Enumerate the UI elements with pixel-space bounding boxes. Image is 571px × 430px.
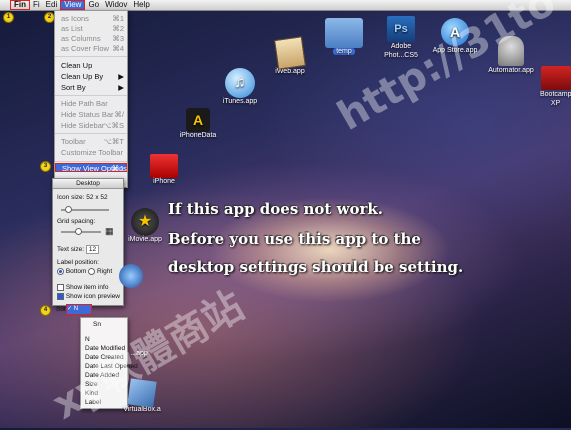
imovie-icon[interactable]: ★ iMovie.app <box>122 208 168 243</box>
menu-item-customize-toolbar[interactable]: Customize Toolbar <box>55 148 127 157</box>
menu-item-as-list[interactable]: as List ⌘2 <box>55 24 127 33</box>
menu-edit[interactable]: Edi <box>43 0 61 10</box>
folder-icon[interactable]: temp <box>322 18 366 55</box>
menu-finder[interactable]: Fin <box>10 0 30 10</box>
step-badge-4: 4 <box>40 305 51 316</box>
icon-size-label: Icon size: 52 x 52 <box>57 194 108 201</box>
menu-item-sort-by[interactable]: Sort By ▶ <box>55 83 127 92</box>
show-item-info-label: Show item info <box>65 284 109 292</box>
menu-go[interactable]: Go <box>85 0 102 10</box>
menu-item-show-view-options[interactable]: Show View Options ⌘J <box>55 163 127 173</box>
show-icon-preview-checkbox[interactable] <box>57 293 64 300</box>
sort-option-snap[interactable]: Sn <box>93 320 101 329</box>
menu-item-hide-status-bar[interactable]: Hide Status Bar ⌘/ <box>55 110 127 119</box>
menu-item-hide-path-bar[interactable]: Hide Path Bar <box>55 99 127 108</box>
menu-item-toolbar[interactable]: Toolbar ⌥⌘T <box>55 137 127 146</box>
menu-separator <box>55 56 127 57</box>
itunes-icon[interactable]: ♫ iTunes.app <box>218 68 262 105</box>
show-item-info-row: Show item info <box>57 284 108 291</box>
iphonedata-icon[interactable]: A iPhoneData <box>172 108 224 139</box>
menu-window[interactable]: Widov <box>102 0 130 10</box>
grid-spacing-slider-knob[interactable] <box>75 228 82 235</box>
iphone-folder-icon[interactable]: iPhone <box>142 154 186 185</box>
icon-size-slider-knob[interactable] <box>65 206 72 213</box>
desktop-icon-label: iPhoneData <box>179 132 217 139</box>
grid-spacing-label: Grid spacing: <box>57 218 96 225</box>
text-size-stepper[interactable]: 12 <box>85 245 100 254</box>
note-line-1: If this app does not work. <box>168 200 384 218</box>
desktop-icon-label: iTunes.app <box>222 98 258 105</box>
radio-bottom-label: Bottom <box>65 268 87 276</box>
menu-item-hide-sidebar[interactable]: Hide Sidebar ⌥⌘S <box>55 121 127 130</box>
menu-separator <box>55 161 127 162</box>
radio-right[interactable] <box>88 268 96 275</box>
desktop-icon-label: iPhone <box>153 178 175 185</box>
view-menu: as Icons ⌘1 as List ⌘2 as Columns ⌘3 as Cov… <box>54 10 128 188</box>
label-position-label: Label position: <box>57 259 99 266</box>
text-size-label: Text size: 12 <box>57 245 100 254</box>
menu-item-clean-up-by[interactable]: Clean Up By ▶ <box>55 72 127 81</box>
step-badge-1: 1 <box>3 12 14 23</box>
sort-option-name[interactable]: N <box>85 335 90 344</box>
app-icon[interactable] <box>116 264 146 288</box>
menu-item-as-icons[interactable]: as Icons ⌘1 <box>55 14 127 23</box>
desktop-icon-label: iWeb.app <box>275 68 305 75</box>
grid-icon: ▦ <box>105 226 114 236</box>
radio-right-label: Right <box>97 268 113 276</box>
icon-size-value: 52 x 52 <box>86 194 108 201</box>
step-badge-3: 3 <box>40 161 51 172</box>
apple-menu-icon[interactable] <box>0 0 10 10</box>
show-icon-preview-label: Show icon preview <box>65 293 121 301</box>
label-position-options: Bottom Right <box>57 268 112 275</box>
menu-item-clean-up[interactable]: Clean Up <box>55 61 127 70</box>
desktop-icon-label: Bootcamp XP <box>540 91 571 107</box>
desktop-view-options-panel: Desktop Icon size: 52 x 52 Grid spacing:… <box>52 178 124 306</box>
menu-item-as-columns[interactable]: as Columns ⌘3 <box>55 34 127 43</box>
sort-by-popup[interactable]: ✓ N <box>66 304 92 315</box>
menu-file[interactable]: Fi <box>30 0 43 10</box>
bootcamp-icon[interactable]: Bootcamp XP <box>540 66 571 108</box>
show-item-info-checkbox[interactable] <box>57 284 64 291</box>
menu-separator <box>55 95 127 96</box>
note-line-2: Before you use this app to the <box>168 230 421 248</box>
desktop-icon-label: VirtualBox.a <box>123 406 161 413</box>
menu-item-as-cover-flow[interactable]: as Cover Flow ⌘4 <box>55 44 127 53</box>
panel-title: Desktop <box>53 179 123 189</box>
note-line-3: desktop settings should be setting. <box>168 258 464 276</box>
menu-help[interactable]: Help <box>130 0 152 10</box>
iweb-icon[interactable]: iWeb.app <box>268 36 312 75</box>
desktop-icon-label: temp <box>333 48 355 55</box>
show-icon-preview-row: Show icon preview <box>57 293 120 300</box>
desktop-icon-label: Automator.app <box>488 67 534 74</box>
radio-bottom[interactable] <box>57 268 64 275</box>
menu-separator <box>55 133 127 134</box>
menu-view[interactable]: View <box>60 0 86 10</box>
desktop-icon-label: iMovie.app <box>128 236 162 243</box>
